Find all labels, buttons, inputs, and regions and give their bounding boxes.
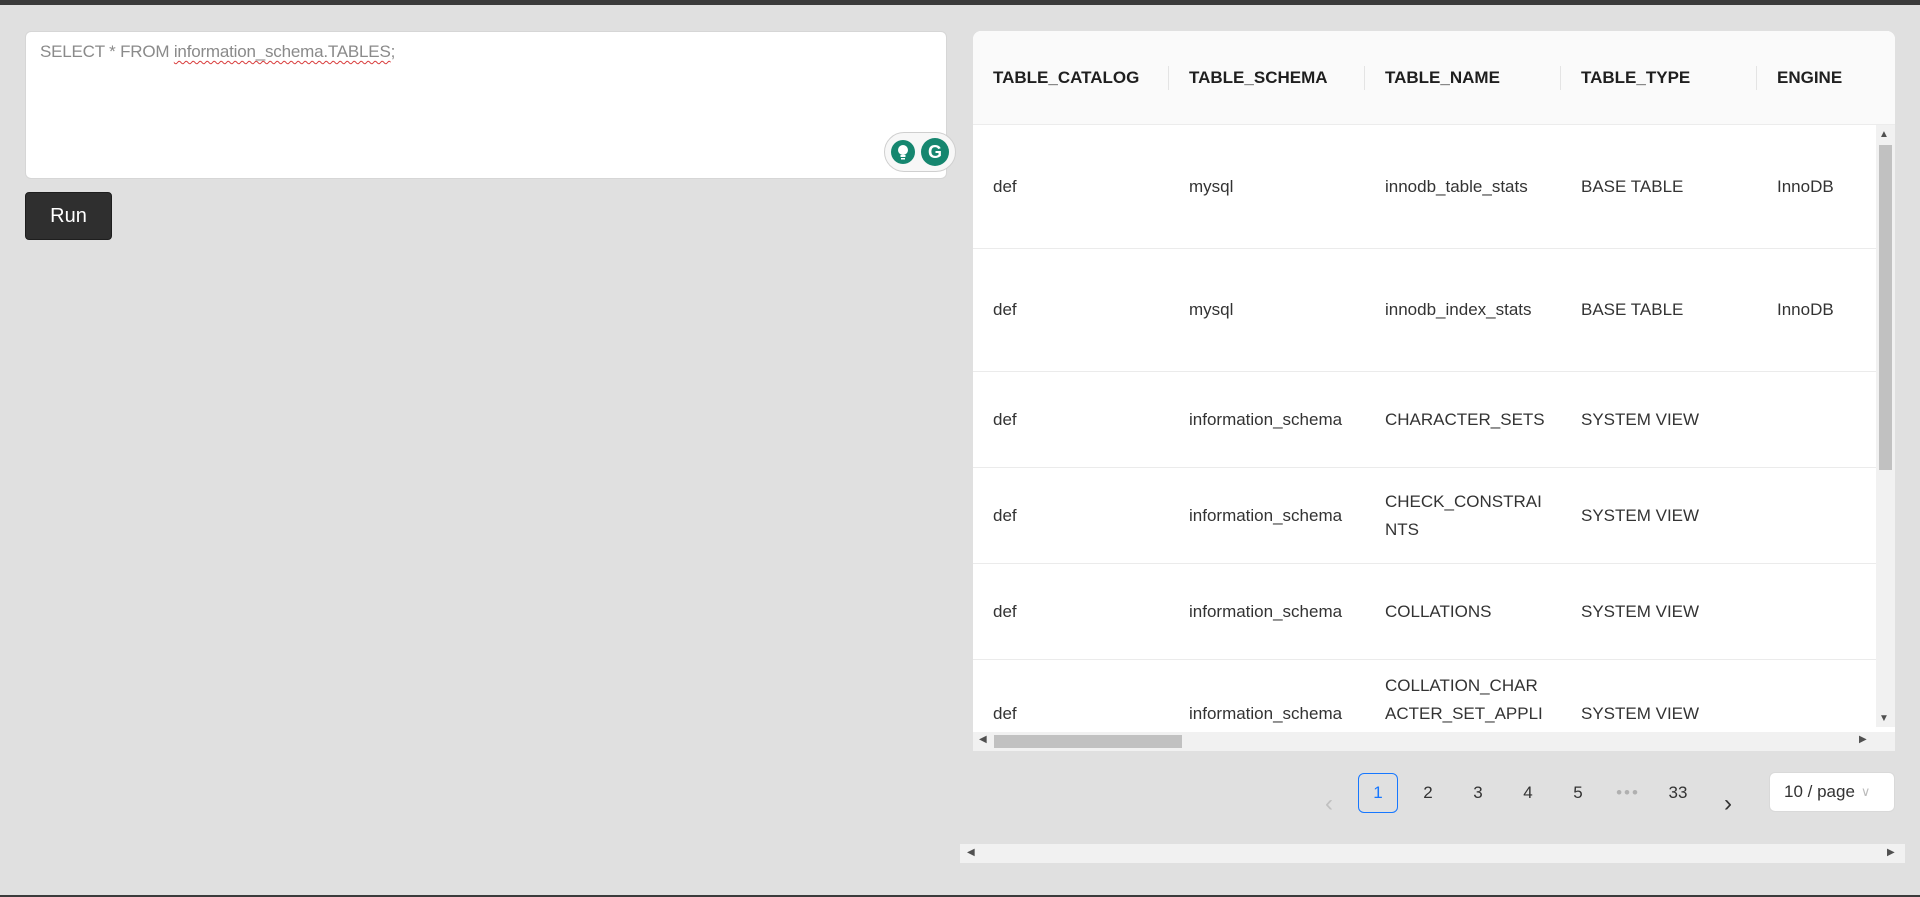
grammarly-icon[interactable]: G (921, 138, 949, 166)
pagination-ellipsis[interactable]: ••• (1608, 773, 1648, 813)
results-table: TABLE_CATALOG TABLE_SCHEMA TABLE_NAME TA… (973, 31, 1895, 751)
cell-type: SYSTEM VIEW (1581, 601, 1700, 621)
cell-engine: InnoDB (1777, 300, 1834, 319)
column-header-table-type[interactable]: TABLE_TYPE (1561, 31, 1757, 125)
cell-engine (1757, 468, 1876, 563)
cell-name: COLLATIONS (1385, 601, 1492, 621)
pagination-page-1[interactable]: 1 (1358, 773, 1398, 813)
query-table-name: information_schema.TABLES (173, 42, 391, 61)
scroll-left-arrow-icon[interactable]: ◀ (967, 847, 975, 858)
scroll-down-arrow-icon[interactable]: ▼ (1879, 713, 1889, 724)
scroll-up-arrow-icon[interactable]: ▲ (1879, 129, 1889, 140)
pagination-next-button[interactable]: › (1708, 784, 1748, 824)
cell-schema: information_schema (1189, 409, 1343, 429)
writing-assistant[interactable]: G (884, 132, 956, 172)
cell-schema: mysql (1189, 176, 1234, 196)
column-header-table-catalog[interactable]: TABLE_CATALOG (973, 31, 1169, 125)
cell-schema: information_schema (1189, 601, 1343, 621)
scroll-right-arrow-icon[interactable]: ▶ (1887, 847, 1895, 858)
cell-engine (1757, 652, 1876, 727)
table-row[interactable]: def information_schema CHARACTER_SETS SY… (973, 372, 1876, 468)
cell-type: SYSTEM VIEW (1581, 703, 1700, 723)
scrollbar-thumb[interactable] (994, 735, 1182, 748)
pagination-prev-button[interactable]: ‹ (1309, 784, 1349, 824)
table-row[interactable]: def mysql innodb_table_stats BASE TABLE … (973, 125, 1876, 249)
column-header-table-name[interactable]: TABLE_NAME (1365, 31, 1561, 125)
scroll-right-arrow-icon[interactable]: ▶ (1859, 734, 1867, 745)
pagination-page-2[interactable]: 2 (1408, 773, 1448, 813)
cell-engine (1757, 372, 1876, 467)
query-prefix: SELECT * FROM (40, 42, 174, 61)
cell-name: COLLATION_CHARACTER_SET_APPLICABILITY (1385, 675, 1543, 723)
query-text[interactable]: SELECT * FROM information_schema.TABLES; (40, 42, 395, 62)
pagination-page-3[interactable]: 3 (1458, 773, 1498, 813)
cell-catalog: def (993, 300, 1017, 319)
run-button[interactable]: Run (25, 192, 112, 240)
table-horizontal-scrollbar[interactable]: ◀ ▶ (973, 732, 1895, 751)
cell-engine: InnoDB (1777, 176, 1834, 196)
pagination-page-last[interactable]: 33 (1658, 773, 1698, 813)
scroll-left-arrow-icon[interactable]: ◀ (979, 734, 987, 745)
cell-catalog: def (993, 409, 1017, 429)
cell-schema: information_schema (1189, 505, 1343, 525)
table-rows: def mysql innodb_table_stats BASE TABLE … (973, 125, 1876, 727)
results-table-body-wrap: TABLE_CATALOG TABLE_SCHEMA TABLE_NAME TA… (973, 31, 1895, 751)
table-row[interactable]: def information_schema COLLATION_CHARACT… (973, 660, 1876, 727)
cell-catalog: def (993, 601, 1017, 621)
chevron-down-icon: ∨ (1860, 784, 1871, 799)
pagination-page-4[interactable]: 4 (1508, 773, 1548, 813)
table-row[interactable]: def mysql innodb_index_stats BASE TABLE … (973, 249, 1876, 372)
cell-schema: mysql (1189, 300, 1234, 319)
cell-name: innodb_table_stats (1385, 176, 1528, 196)
cell-engine (1757, 564, 1876, 659)
cell-catalog: def (993, 703, 1017, 723)
cell-catalog: def (993, 176, 1017, 196)
cell-name: innodb_index_stats (1385, 300, 1532, 319)
column-header-table-schema[interactable]: TABLE_SCHEMA (1169, 31, 1365, 125)
lightbulb-icon[interactable] (891, 140, 915, 164)
scrollbar-thumb[interactable] (1879, 145, 1892, 470)
table-vertical-scrollbar[interactable]: ▲ ▼ (1876, 125, 1895, 727)
cell-name: CHARACTER_SETS (1385, 409, 1545, 429)
cell-catalog: def (993, 505, 1017, 525)
cell-type: SYSTEM VIEW (1581, 505, 1700, 525)
window-top-bar (0, 0, 1920, 5)
query-editor[interactable]: SELECT * FROM information_schema.TABLES;… (25, 31, 956, 179)
page-size-value: 10 / page (1784, 782, 1855, 801)
column-header-engine[interactable]: ENGINE (1757, 31, 1895, 125)
cell-type: SYSTEM VIEW (1581, 409, 1700, 429)
cell-schema: information_schema (1189, 703, 1343, 723)
table-row[interactable]: def information_schema CHECK_CONSTRAINTS… (973, 468, 1876, 564)
page-size-select[interactable]: 10 / page ∨ (1769, 772, 1895, 812)
cell-type: BASE TABLE (1581, 300, 1684, 319)
cell-type: BASE TABLE (1581, 176, 1684, 196)
pagination-page-5[interactable]: 5 (1558, 773, 1598, 813)
page-horizontal-scrollbar[interactable]: ◀ ▶ (960, 844, 1905, 863)
table-header: TABLE_CATALOG TABLE_SCHEMA TABLE_NAME TA… (973, 31, 1895, 125)
table-row[interactable]: def information_schema COLLATIONS SYSTEM… (973, 564, 1876, 660)
cell-name: CHECK_CONSTRAINTS (1385, 491, 1542, 539)
query-suffix: ; (390, 42, 396, 61)
